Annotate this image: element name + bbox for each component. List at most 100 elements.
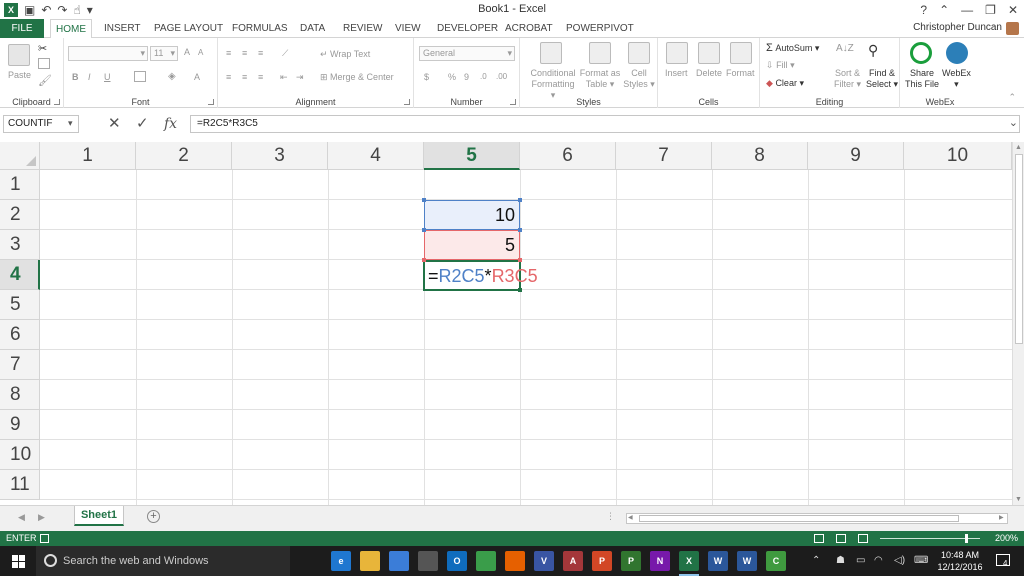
grow-font-icon[interactable]: A — [184, 47, 190, 57]
copy-icon[interactable] — [38, 58, 50, 70]
sort-filter-button[interactable]: Sort & Filter ▾ — [834, 68, 861, 90]
cell-r2c5[interactable]: 10 — [424, 200, 520, 230]
decrease-decimal-button[interactable]: .00 — [496, 72, 507, 81]
taskbar-app-onenote[interactable]: N — [650, 551, 670, 571]
conditional-formatting-icon[interactable] — [540, 42, 562, 64]
currency-button[interactable]: $ — [424, 72, 429, 82]
paste-icon[interactable] — [8, 44, 30, 66]
find-select-button[interactable]: Find & Select ▾ — [866, 68, 898, 90]
row-header-selected[interactable]: 4 — [0, 260, 40, 290]
row-header[interactable]: 5 — [0, 290, 40, 320]
borders-icon[interactable] — [134, 71, 146, 83]
column-header[interactable]: 1 — [40, 142, 136, 170]
paste-button[interactable]: Paste — [8, 70, 31, 80]
taskbar-app-excel[interactable]: X — [679, 551, 699, 576]
user-name[interactable]: Christopher Duncan — [913, 22, 1002, 33]
page-break-view-icon[interactable] — [858, 534, 868, 543]
row-header[interactable]: 7 — [0, 350, 40, 380]
format-as-table-icon[interactable] — [589, 42, 611, 64]
wifi-icon[interactable]: ◠ — [874, 555, 883, 566]
row-header[interactable]: 2 — [0, 200, 40, 230]
top-align-icon[interactable]: ≡ — [226, 48, 231, 58]
share-file-icon[interactable] — [910, 42, 932, 64]
bottom-align-icon[interactable]: ≡ — [258, 48, 263, 58]
dialog-launcher-icon[interactable] — [208, 99, 214, 105]
align-center-icon[interactable]: ≡ — [242, 72, 247, 82]
column-header[interactable]: 6 — [520, 142, 616, 170]
clock[interactable]: 10:48 AM 12/12/2016 — [935, 549, 985, 573]
align-right-icon[interactable]: ≡ — [258, 72, 263, 82]
row-header[interactable]: 8 — [0, 380, 40, 410]
format-cells-icon[interactable] — [730, 42, 752, 64]
vertical-scrollbar[interactable]: ▲ ▼ — [1012, 142, 1024, 505]
tab-view[interactable]: VIEW — [395, 19, 421, 38]
range-handle[interactable] — [422, 258, 426, 262]
tray-overflow-icon[interactable]: ⌃ — [812, 555, 820, 566]
tab-review[interactable]: REVIEW — [343, 19, 382, 38]
taskbar-app-edge[interactable]: e — [331, 551, 351, 571]
font-color-icon[interactable]: A — [194, 72, 200, 82]
taskbar-app-file-explorer[interactable] — [360, 551, 380, 571]
column-header-selected[interactable]: 5 — [424, 142, 520, 170]
macro-record-icon[interactable] — [40, 534, 49, 543]
format-cells-button[interactable]: Format — [726, 68, 755, 78]
percent-button[interactable]: % — [448, 72, 456, 82]
cut-icon[interactable]: ✂ — [38, 42, 47, 55]
tab-data[interactable]: DATA — [300, 19, 325, 38]
number-format-combo[interactable]: General — [419, 46, 515, 61]
orientation-icon[interactable]: ⟋ — [282, 48, 288, 59]
dialog-launcher-icon[interactable] — [54, 99, 60, 105]
keyboard-icon[interactable]: ⌨ — [914, 555, 928, 566]
add-sheet-button[interactable]: + — [147, 510, 160, 523]
horizontal-scroll-thumb[interactable] — [639, 515, 959, 522]
underline-button[interactable]: U — [104, 72, 111, 82]
range-handle[interactable] — [518, 258, 522, 262]
fill-color-icon[interactable]: ◈ — [168, 71, 176, 82]
formula-input[interactable]: =R2C5*R3C5 — [190, 115, 1020, 133]
taskbar-app-word-2[interactable]: W — [737, 551, 757, 571]
dialog-launcher-icon[interactable] — [510, 99, 516, 105]
range-handle[interactable] — [422, 198, 426, 202]
enter-icon[interactable]: ✓ — [136, 115, 149, 133]
tab-home[interactable]: HOME — [50, 19, 92, 39]
autosum-button[interactable]: Σ AutoSum ▾ — [766, 42, 819, 54]
column-header[interactable]: 7 — [616, 142, 712, 170]
row-header[interactable]: 3 — [0, 230, 40, 260]
cancel-icon[interactable]: ✕ — [108, 115, 121, 133]
expand-formula-bar-icon[interactable]: ⌄ — [1009, 116, 1018, 129]
battery-icon[interactable]: ▭ — [856, 555, 865, 566]
scroll-up-icon[interactable]: ▲ — [1015, 144, 1022, 151]
share-file-button[interactable]: Share This File — [905, 68, 939, 90]
close-icon[interactable]: ✕ — [1008, 3, 1018, 17]
tab-insert[interactable]: INSERT — [104, 19, 141, 38]
insert-function-icon[interactable]: fx — [164, 115, 177, 133]
scroll-down-icon[interactable]: ▼ — [1015, 496, 1022, 503]
tab-developer[interactable]: DEVELOPER — [437, 19, 498, 38]
comma-button[interactable]: 9 — [464, 72, 469, 82]
sort-filter-icon[interactable]: A↓Z — [836, 42, 858, 64]
prev-sheet-icon[interactable]: ◀ — [18, 512, 25, 523]
taskbar-search[interactable]: Search the web and Windows — [36, 546, 290, 576]
taskbar-app-powerpoint[interactable]: P — [592, 551, 612, 571]
column-header[interactable]: 8 — [712, 142, 808, 170]
decrease-indent-icon[interactable]: ⇤ — [280, 72, 288, 83]
align-left-icon[interactable]: ≡ — [226, 72, 231, 82]
range-handle[interactable] — [422, 228, 426, 232]
column-header[interactable]: 2 — [136, 142, 232, 170]
column-header[interactable]: 3 — [232, 142, 328, 170]
insert-cells-button[interactable]: Insert — [665, 68, 688, 78]
taskbar-app-access[interactable]: A — [563, 551, 583, 571]
merge-center-button[interactable]: ⊞ Merge & Center — [320, 72, 394, 83]
people-icon[interactable]: ☗ — [836, 555, 845, 566]
zoom-slider-knob[interactable] — [965, 534, 968, 543]
scroll-left-icon[interactable]: ◀ — [628, 514, 633, 521]
wrap-text-button[interactable]: ↵ Wrap Text — [320, 49, 370, 60]
delete-cells-icon[interactable] — [698, 42, 720, 64]
cell-styles-button[interactable]: Cell Styles ▾ — [622, 68, 656, 90]
binoculars-icon[interactable]: ⚲ — [868, 42, 890, 64]
font-name-combo[interactable] — [68, 46, 148, 61]
taskbar-app-word[interactable]: W — [708, 551, 728, 571]
tab-acrobat[interactable]: ACROBAT — [505, 19, 553, 38]
increase-decimal-button[interactable]: .0 — [480, 72, 487, 81]
dialog-launcher-icon[interactable] — [404, 99, 410, 105]
